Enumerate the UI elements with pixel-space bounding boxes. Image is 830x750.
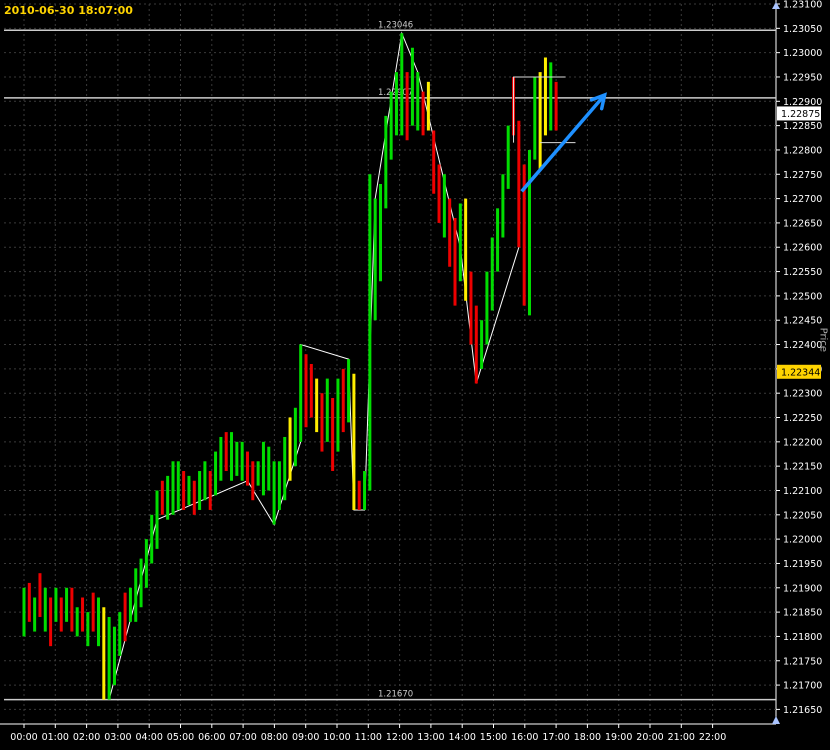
x-tick-label: 22:00 bbox=[699, 732, 726, 743]
level-label: 1.23046 bbox=[378, 20, 413, 30]
x-tick-label: 21:00 bbox=[668, 732, 695, 743]
y-tick-label: 1.22750 bbox=[783, 170, 822, 181]
y-tick-label: 1.22300 bbox=[783, 389, 822, 400]
x-axis: 00:00 01:00 02:00 03:00 04:00 05:00 06:00 07:00… bbox=[10, 724, 726, 743]
y-tick-label: 1.22850 bbox=[783, 121, 822, 132]
y-tick-label: 1.22050 bbox=[783, 510, 822, 521]
x-tick-label: 12:00 bbox=[386, 732, 413, 743]
grid bbox=[0, 0, 777, 725]
y-tick-label: 1.22450 bbox=[783, 316, 822, 327]
y-tick-label: 1.21800 bbox=[783, 632, 822, 643]
x-tick-label: 14:00 bbox=[449, 732, 476, 743]
y-tick-label: 1.23000 bbox=[783, 48, 822, 59]
y-tick-label: 1.22900 bbox=[783, 97, 822, 108]
y-tick-label: 1.22250 bbox=[783, 413, 822, 424]
y-tick-label: 1.22200 bbox=[783, 437, 822, 448]
x-tick-label: 08:00 bbox=[261, 732, 288, 743]
y-tick-label: 1.22650 bbox=[783, 218, 822, 229]
level-label: 1.21670 bbox=[378, 690, 413, 700]
x-tick-label: 05:00 bbox=[167, 732, 194, 743]
x-tick-label: 09:00 bbox=[292, 732, 319, 743]
x-tick-label: 06:00 bbox=[198, 732, 225, 743]
x-tick-label: 11:00 bbox=[355, 732, 382, 743]
x-tick-label: 13:00 bbox=[417, 732, 444, 743]
x-tick-label: 17:00 bbox=[542, 732, 569, 743]
y-tick-label: 1.23050 bbox=[783, 24, 822, 35]
y-tick-label: 1.21750 bbox=[783, 656, 822, 667]
y-tick-label: 1.22550 bbox=[783, 267, 822, 278]
y-axis-title: Price bbox=[817, 327, 828, 352]
scroll-up-icon[interactable] bbox=[772, 2, 780, 9]
x-tick-label: 02:00 bbox=[73, 732, 100, 743]
x-tick-label: 15:00 bbox=[480, 732, 507, 743]
x-tick-label: 19:00 bbox=[605, 732, 632, 743]
x-tick-label: 18:00 bbox=[574, 732, 601, 743]
y-tick-label: 1.23100 bbox=[783, 0, 822, 11]
current-price-label: 1.22875 bbox=[781, 109, 820, 120]
reference-price-label: 1.22344 bbox=[781, 367, 820, 378]
scroll-down-icon[interactable] bbox=[772, 716, 780, 724]
y-tick-label: 1.22000 bbox=[783, 535, 822, 546]
y-tick-label: 1.22600 bbox=[783, 243, 822, 254]
y-tick-label: 1.22950 bbox=[783, 72, 822, 83]
x-tick-label: 20:00 bbox=[636, 732, 663, 743]
x-tick-label: 16:00 bbox=[511, 732, 538, 743]
x-tick-label: 07:00 bbox=[229, 732, 256, 743]
y-tick-label: 1.21900 bbox=[783, 583, 822, 594]
x-tick-label: 00:00 bbox=[10, 732, 37, 743]
swing-zigzag bbox=[108, 31, 520, 700]
y-tick-label: 1.22500 bbox=[783, 291, 822, 302]
x-tick-label: 03:00 bbox=[104, 732, 131, 743]
x-tick-label: 10:00 bbox=[323, 732, 350, 743]
y-tick-label: 1.22100 bbox=[783, 486, 822, 497]
timestamp: 2010-06-30 18:07:00 bbox=[4, 4, 133, 17]
y-tick-label: 1.22700 bbox=[783, 194, 822, 205]
y-tick-label: 1.21950 bbox=[783, 559, 822, 570]
y-tick-label: 1.22800 bbox=[783, 145, 822, 156]
price-chart[interactable]: 1.230461.229071.21670 1.216501.217001.21… bbox=[0, 0, 830, 750]
ohlc-bars bbox=[22, 33, 558, 700]
swing-lines bbox=[108, 31, 520, 700]
y-tick-label: 1.22400 bbox=[783, 340, 822, 351]
y-tick-label: 1.21650 bbox=[783, 705, 822, 716]
y-tick-label: 1.22150 bbox=[783, 462, 822, 473]
y-tick-label: 1.21700 bbox=[783, 681, 822, 692]
y-tick-label: 1.21850 bbox=[783, 608, 822, 619]
x-tick-label: 04:00 bbox=[136, 732, 163, 743]
y-axis: 1.21650 1.21700 1.21750 1.21800 1.21850 1.219… bbox=[776, 0, 822, 716]
x-tick-label: 01:00 bbox=[42, 732, 69, 743]
